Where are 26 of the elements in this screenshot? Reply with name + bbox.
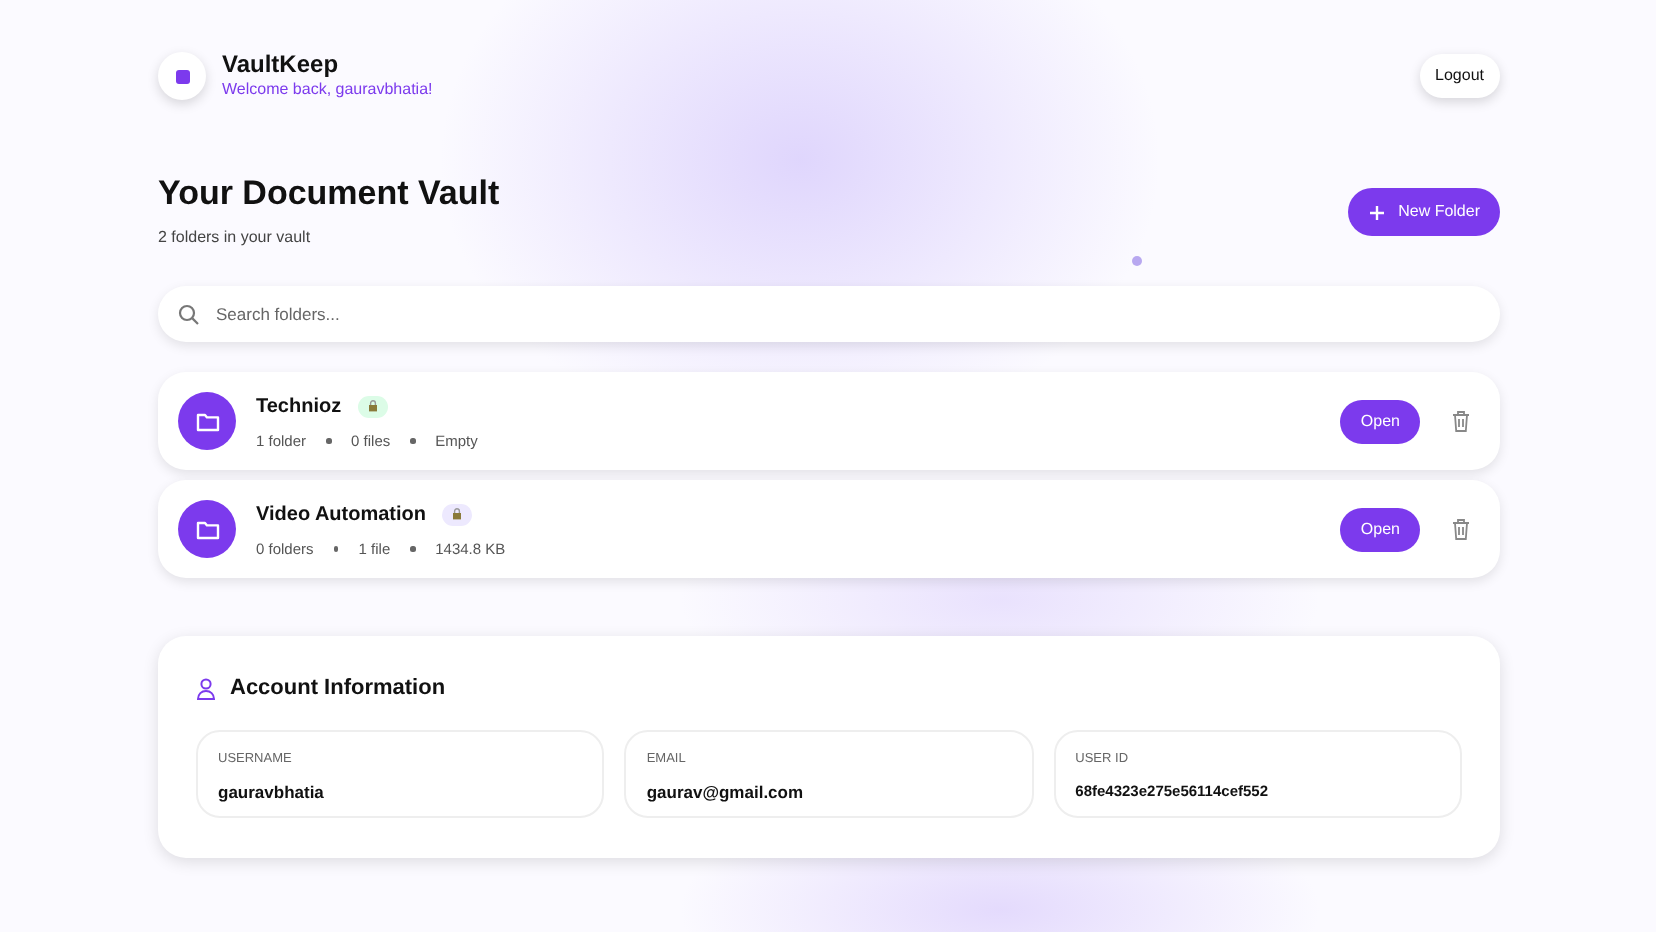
folder-icon <box>178 392 236 451</box>
logout-button[interactable]: Logout <box>1419 54 1500 98</box>
open-button[interactable]: Open <box>1340 507 1420 552</box>
separator-dot <box>333 546 339 552</box>
trash-icon[interactable] <box>1452 518 1470 541</box>
user-icon <box>196 678 216 701</box>
field-value: gaurav@gmail.com <box>646 779 806 805</box>
new-folder-button[interactable]: New Folder <box>1348 188 1500 237</box>
folder-icon <box>178 500 236 559</box>
welcome-text: Welcome back, gauravbhatia! <box>222 78 433 102</box>
logo-icon <box>158 52 206 100</box>
separator-dot <box>326 438 332 444</box>
trash-icon[interactable] <box>1452 410 1470 433</box>
page-title: Your Document Vault <box>158 174 500 215</box>
search-field[interactable]: Search folders... <box>158 286 1500 343</box>
plus-icon <box>1368 203 1387 222</box>
separator-dot <box>410 438 416 444</box>
folder-name: Video Automation <box>256 501 426 530</box>
section-title: Account Information <box>230 674 446 705</box>
decor-dot <box>1132 256 1142 266</box>
field-value: gauravbhatia <box>218 779 326 805</box>
folder-count: 2 folders in your vault <box>158 226 313 251</box>
open-button[interactable]: Open <box>1340 399 1420 444</box>
folder-name: Technioz <box>256 393 342 422</box>
separator-dot <box>410 546 416 552</box>
app-name: VaultKeep <box>222 50 341 78</box>
